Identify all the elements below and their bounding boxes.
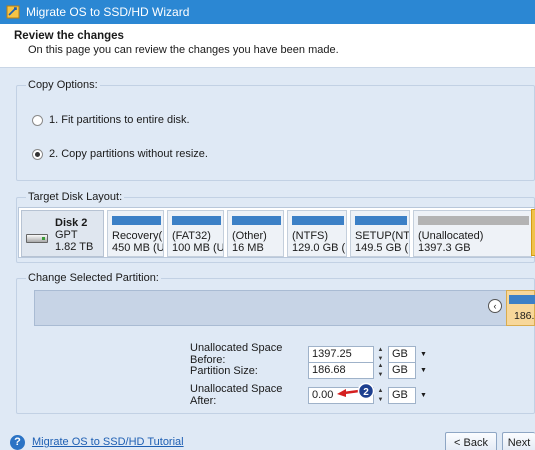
partition-setup-ntfs[interactable]: SETUP(NTFS 149.5 GB (U bbox=[350, 210, 410, 257]
wizard-app-icon bbox=[6, 5, 20, 19]
page-header: Review the changes On this page you can … bbox=[0, 24, 535, 68]
partition-fat32[interactable]: (FAT32) 100 MB (Use bbox=[167, 210, 224, 257]
partition-size-label: Partition Size: bbox=[190, 364, 258, 377]
chevron-down-icon[interactable]: ▼ bbox=[418, 362, 429, 379]
target-disk-label: Target Disk Layout: bbox=[26, 191, 125, 203]
spin-down-icon[interactable]: ▼ bbox=[375, 371, 386, 379]
partition-usage-bar bbox=[418, 216, 529, 225]
partition-resize-size: 186.6 bbox=[514, 310, 535, 322]
chevron-left-icon[interactable]: ‹ bbox=[488, 299, 502, 313]
spin-up-icon[interactable]: ▲ bbox=[375, 346, 386, 354]
space-before-spinner[interactable]: ▲ ▼ bbox=[375, 346, 386, 363]
partition-selected-migrated[interactable] bbox=[531, 209, 535, 256]
partition-ntfs[interactable]: (NTFS) 129.0 GB (U bbox=[287, 210, 347, 257]
partition-other[interactable]: (Other) 16 MB bbox=[227, 210, 284, 257]
partition-resize-bar bbox=[509, 295, 535, 304]
back-button[interactable]: < Back bbox=[445, 432, 497, 450]
chevron-down-icon[interactable]: ▼ bbox=[418, 387, 429, 404]
partition-resize-track bbox=[34, 290, 535, 326]
space-before-input[interactable]: 1397.25 bbox=[308, 345, 374, 363]
window-titlebar: Migrate OS to SSD/HD Wizard bbox=[0, 0, 535, 24]
partition-name: (Other) bbox=[232, 230, 267, 242]
page-title: Review the changes bbox=[14, 30, 124, 42]
partition-usage-bar bbox=[112, 216, 161, 225]
option-copy-without-resize[interactable]: 2. Copy partitions without resize. bbox=[32, 148, 208, 160]
space-before-unit[interactable]: GB bbox=[388, 345, 416, 363]
disk-size: 1.82 TB bbox=[55, 241, 94, 253]
partition-size-input[interactable]: 186.68 bbox=[308, 362, 374, 379]
partition-usage-bar bbox=[172, 216, 221, 225]
partition-size: 450 MB (Use bbox=[112, 242, 164, 254]
tutorial-link[interactable]: Migrate OS to SSD/HD Tutorial bbox=[32, 436, 184, 448]
copy-options-label: Copy Options: bbox=[26, 79, 100, 91]
partition-size: 16 MB bbox=[232, 242, 264, 254]
disk-name: Disk 2 bbox=[55, 217, 88, 229]
partition-size: 100 MB (Use bbox=[172, 242, 224, 254]
annotation-arrow: 2 bbox=[337, 382, 375, 400]
partition-name: (FAT32) bbox=[172, 230, 211, 242]
partition-size: 149.5 GB (U bbox=[355, 242, 409, 254]
space-after-label: Unallocated Space After: bbox=[190, 383, 283, 407]
next-button[interactable]: Next bbox=[502, 432, 535, 450]
partition-name: (NTFS) bbox=[292, 230, 329, 242]
space-after-spinner[interactable]: ▲ ▼ bbox=[375, 387, 386, 404]
option-copy-without-resize-label: 2. Copy partitions without resize. bbox=[49, 148, 208, 160]
partition-name: SETUP(NTFS bbox=[355, 230, 410, 242]
window-title: Migrate OS to SSD/HD Wizard bbox=[26, 5, 190, 19]
option-fit-partitions-label: 1. Fit partitions to entire disk. bbox=[49, 114, 190, 126]
partition-usage-bar bbox=[355, 216, 407, 225]
field-space-after: Unallocated Space After: 0.00 ▲ ▼ GB ▼ bbox=[190, 383, 429, 407]
field-partition-size: Partition Size: 186.68 ▲ ▼ GB ▼ bbox=[190, 362, 429, 379]
page-subtitle: On this page you can review the changes … bbox=[28, 44, 339, 56]
disk-2-info[interactable]: Disk 2 GPT 1.82 TB bbox=[21, 210, 104, 257]
partition-size-unit[interactable]: GB bbox=[388, 362, 416, 379]
copy-options-group bbox=[16, 85, 535, 181]
spin-down-icon[interactable]: ▼ bbox=[375, 396, 386, 404]
partition-name: Recovery(NT bbox=[112, 230, 163, 242]
help-icon[interactable]: ? bbox=[10, 435, 25, 450]
partition-usage-bar bbox=[292, 216, 344, 225]
partition-size: 1397.3 GB bbox=[418, 242, 471, 254]
radio-copy-without-resize[interactable] bbox=[32, 148, 43, 160]
partition-name: (Unallocated) bbox=[418, 230, 484, 242]
disk-map: Disk 2 GPT 1.82 TB Recovery(NT 450 MB (U… bbox=[18, 207, 535, 258]
annotation-badge: 2 bbox=[363, 387, 369, 398]
option-fit-partitions[interactable]: 1. Fit partitions to entire disk. bbox=[32, 114, 190, 126]
radio-fit-partitions[interactable] bbox=[32, 114, 43, 126]
partition-size: 129.0 GB (U bbox=[292, 242, 346, 254]
chevron-down-icon[interactable]: ▼ bbox=[418, 346, 429, 363]
partition-size-spinner[interactable]: ▲ ▼ bbox=[375, 362, 386, 379]
partition-usage-bar bbox=[232, 216, 281, 225]
partition-resize-block[interactable]: 186.6 bbox=[506, 290, 535, 326]
spin-up-icon[interactable]: ▲ bbox=[375, 387, 386, 395]
change-partition-label: Change Selected Partition: bbox=[26, 272, 161, 284]
space-after-unit[interactable]: GB bbox=[388, 386, 416, 404]
partition-recovery[interactable]: Recovery(NT 450 MB (Use bbox=[107, 210, 164, 257]
disk-type: GPT bbox=[55, 229, 78, 241]
hard-disk-icon bbox=[26, 234, 48, 243]
spin-up-icon[interactable]: ▲ bbox=[375, 362, 386, 370]
partition-unallocated[interactable]: (Unallocated) 1397.3 GB bbox=[413, 210, 532, 257]
